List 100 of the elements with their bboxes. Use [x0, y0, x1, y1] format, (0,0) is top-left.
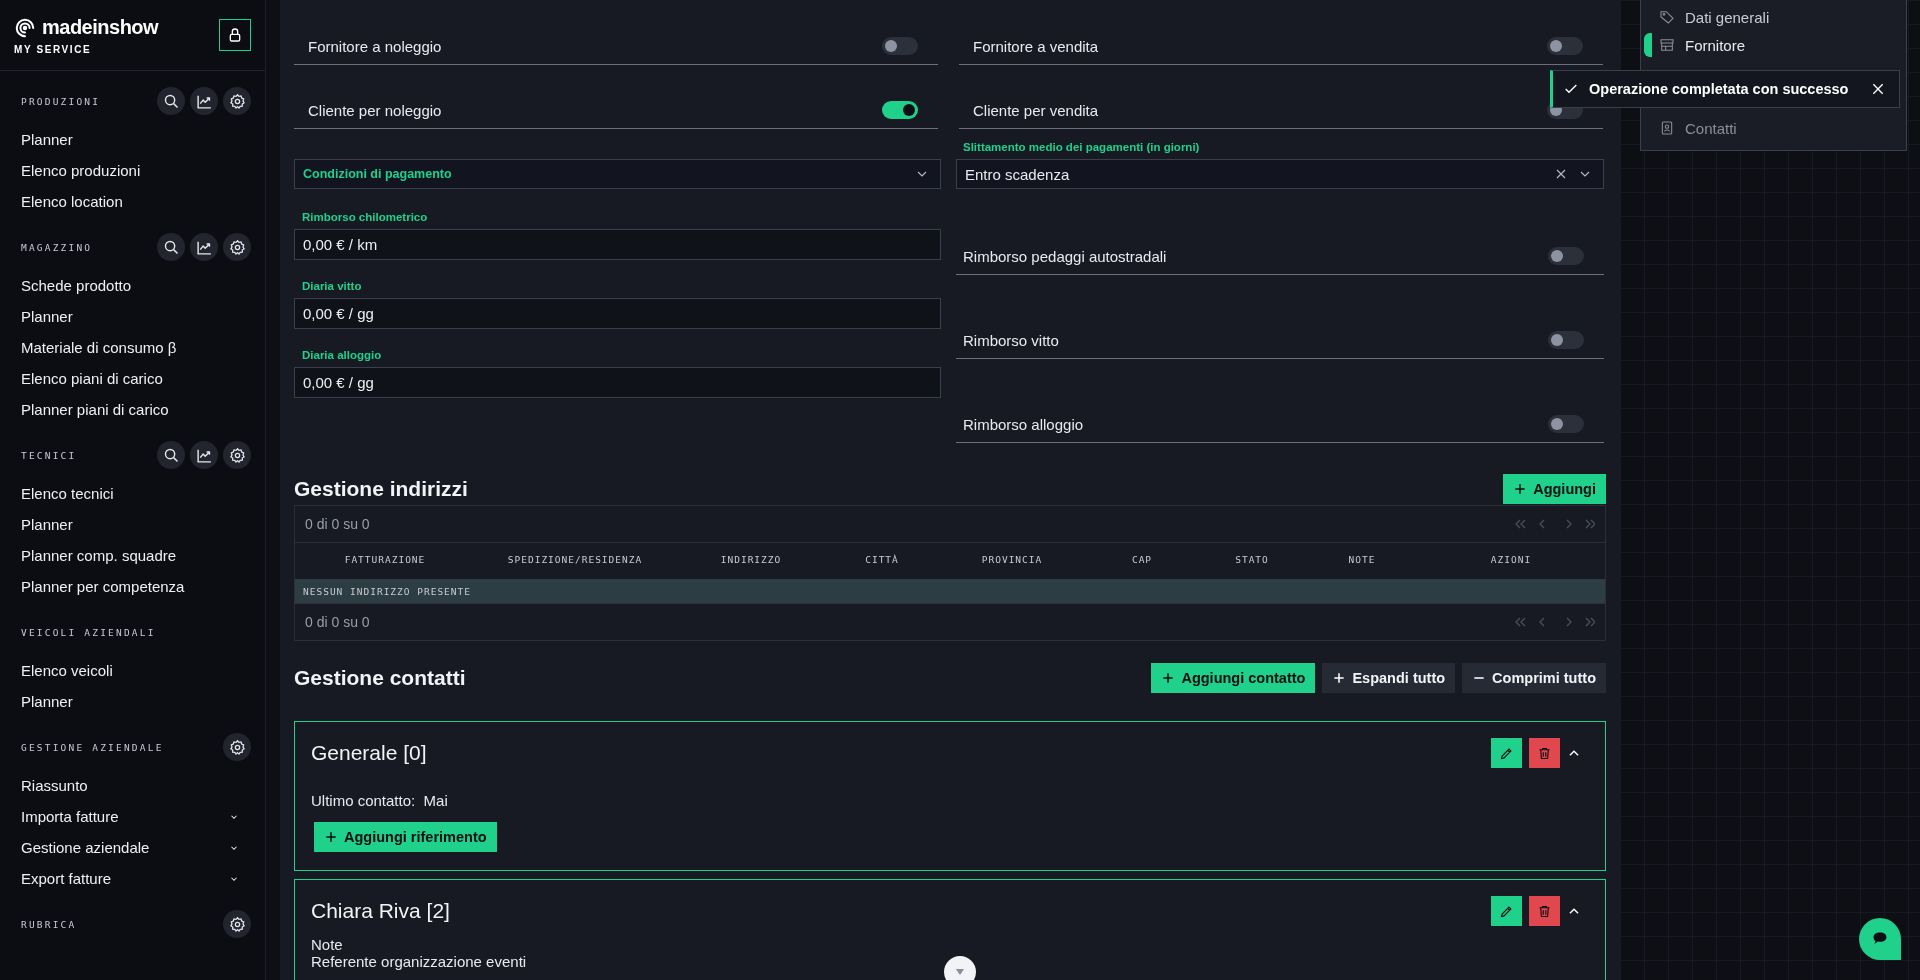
- chart-button[interactable]: [190, 233, 218, 261]
- scroll-down-button[interactable]: [944, 956, 976, 980]
- search-button[interactable]: [157, 441, 185, 469]
- add-reference-button[interactable]: Aggiungi riferimento: [314, 822, 497, 852]
- section-heading: Gestione indirizzi: [294, 476, 468, 501]
- add-button[interactable]: Aggiungi: [1503, 473, 1606, 504]
- column-header: STATO: [1234, 553, 1270, 565]
- column-header: INDIRIZZO: [719, 553, 783, 565]
- input-field[interactable]: 0,00 € / km: [294, 229, 941, 260]
- gear-icon: [228, 915, 246, 933]
- payment-terms-select[interactable]: Condizioni di pagamento: [294, 159, 941, 189]
- gear-icon: [228, 92, 246, 110]
- note-text: Referente organizzazione eventi: [311, 953, 527, 970]
- section-title: MAGAZZINO: [21, 241, 93, 253]
- toggle-switch[interactable]: [1547, 37, 1583, 55]
- sidebar-item[interactable]: Planner: [21, 509, 251, 540]
- switch-label: Fornitore a noleggio: [308, 37, 442, 55]
- pagination-icon: [1515, 518, 1595, 530]
- switch-label: Rimborso pedaggi autostradali: [963, 247, 1167, 265]
- sidebar-item[interactable]: Materiale di consumo β: [21, 332, 251, 363]
- edit-button[interactable]: [1491, 738, 1522, 768]
- close-icon: [1870, 81, 1886, 97]
- add-button[interactable]: Aggiungi contatto: [1151, 663, 1316, 693]
- column-header: FATTURAZIONE: [343, 553, 427, 565]
- search-icon: [162, 446, 180, 464]
- chart-button[interactable]: [190, 87, 218, 115]
- sidebar-item[interactable]: Elenco location: [21, 186, 251, 217]
- pagination-icon: [1515, 616, 1595, 628]
- settings-button[interactable]: [223, 87, 251, 115]
- search-button[interactable]: [157, 87, 185, 115]
- sidebar-item[interactable]: Elenco tecnici: [21, 478, 251, 509]
- switch-label: Rimborso alloggio: [963, 415, 1084, 433]
- sidebar-item[interactable]: Schede prodotto: [21, 270, 251, 301]
- sidebar-item[interactable]: Elenco veicoli: [21, 655, 251, 686]
- settings-button[interactable]: [223, 733, 251, 761]
- column-header: CITTÀ: [864, 553, 900, 565]
- brand-logo: madeinshow: [42, 16, 159, 39]
- section-nav-item[interactable]: Contatti: [1641, 114, 1906, 142]
- delete-button[interactable]: [1529, 738, 1560, 768]
- chart-button[interactable]: [190, 441, 218, 469]
- field-label: Rimborso chilometrico: [302, 211, 429, 223]
- expand-button[interactable]: Espandi tutto: [1322, 663, 1456, 693]
- sidebar-item[interactable]: Planner piani di carico: [21, 394, 251, 425]
- card-title: Generale [0]: [311, 741, 427, 765]
- settings-button[interactable]: [223, 910, 251, 938]
- toggle-switch[interactable]: [1548, 415, 1584, 433]
- section-title: GESTIONE AZIENDALE: [21, 741, 164, 753]
- toggle-switch[interactable]: [882, 101, 918, 119]
- pager-count: 0 di 0 su 0: [305, 516, 370, 532]
- plus-icon: [1332, 671, 1347, 685]
- column-header: CAP: [1130, 553, 1154, 565]
- switch-label: Rimborso vitto: [963, 331, 1059, 349]
- gear-icon: [228, 446, 246, 464]
- settings-button[interactable]: [223, 233, 251, 261]
- plus-icon: [1161, 671, 1176, 685]
- search-icon: [162, 92, 180, 110]
- gear-icon: [228, 238, 246, 256]
- sidebar-item[interactable]: Planner: [21, 124, 251, 155]
- sidebar-item[interactable]: Riassunto: [21, 770, 251, 801]
- sidebar-item[interactable]: Elenco piani di carico: [21, 363, 251, 394]
- lock-button[interactable]: [219, 19, 251, 51]
- sidebar-item[interactable]: Planner comp. squadre: [21, 540, 251, 571]
- toggle-switch[interactable]: [1548, 247, 1584, 265]
- delete-button[interactable]: [1529, 896, 1560, 926]
- section-title: RUBRICA: [21, 918, 77, 930]
- sidebar-item[interactable]: Elenco produzioni: [21, 155, 251, 186]
- input-field[interactable]: 0,00 € / gg: [294, 367, 941, 398]
- sidebar-item[interactable]: Planner: [21, 686, 251, 717]
- sidebar-item[interactable]: Export fatture: [21, 863, 251, 894]
- sidebar-item[interactable]: Planner per competenza: [21, 571, 251, 602]
- section-heading: Gestione contatti: [294, 666, 466, 690]
- column-header: AZIONI: [1489, 553, 1533, 565]
- trash-icon: [1537, 745, 1552, 761]
- chat-button[interactable]: [1859, 918, 1901, 960]
- last-contact: Ultimo contatto: Mai: [311, 792, 448, 809]
- collapse-button[interactable]: Comprimi tutto: [1462, 663, 1606, 693]
- settings-button[interactable]: [223, 441, 251, 469]
- field-label: Slittamento medio dei pagamenti (in giorni): [963, 141, 1201, 153]
- payment-delay-select[interactable]: Entro scadenza: [956, 159, 1604, 189]
- section-nav-item[interactable]: Fornitore: [1641, 31, 1906, 59]
- edit-button[interactable]: [1491, 896, 1522, 926]
- tag-icon: [1659, 9, 1675, 25]
- field-label: Diaria alloggio: [302, 349, 383, 361]
- toggle-switch[interactable]: [1548, 331, 1584, 349]
- toggle-switch[interactable]: [882, 37, 918, 55]
- section-nav-item[interactable]: Dati generali: [1641, 3, 1906, 31]
- brand-subtitle: MY SERVICE: [14, 44, 92, 55]
- sidebar-item[interactable]: Planner: [21, 301, 251, 332]
- card-title: Chiara Riva [2]: [311, 899, 450, 923]
- switch-label: Cliente per noleggio: [308, 101, 442, 119]
- input-field[interactable]: 0,00 € / gg: [294, 298, 941, 329]
- sidebar-item[interactable]: Importa fatture: [21, 801, 251, 832]
- plus-icon: [1513, 481, 1528, 496]
- field-label: Diaria vitto: [302, 280, 363, 292]
- lock-icon: [227, 27, 243, 43]
- section-title: TECNICI: [21, 449, 77, 461]
- column-header: PROVINCIA: [980, 553, 1044, 565]
- search-button[interactable]: [157, 233, 185, 261]
- sidebar-item[interactable]: Gestione aziendale: [21, 832, 251, 863]
- logo-icon: [14, 16, 36, 39]
